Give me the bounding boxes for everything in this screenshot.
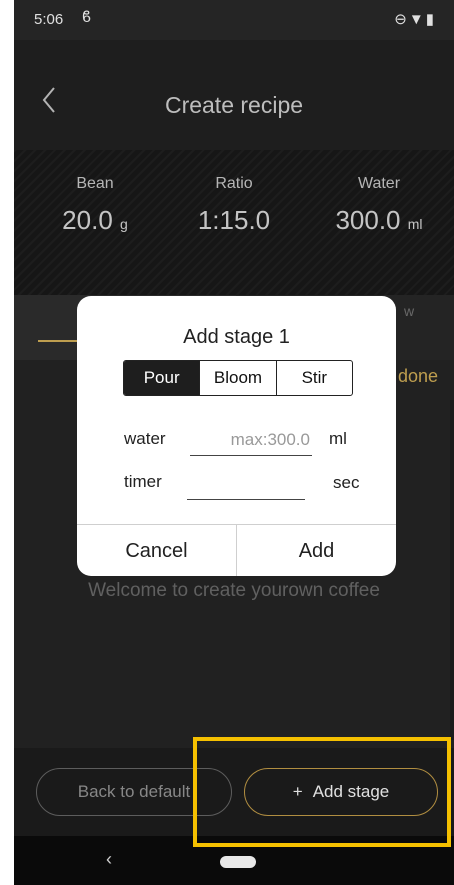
nav-home-pill[interactable] (220, 856, 256, 868)
dialog-actions: Cancel Add (77, 524, 396, 576)
timer-label: timer (124, 472, 162, 491)
segment-stir[interactable]: Stir (275, 361, 352, 395)
add-stage-highlight-box (193, 737, 451, 847)
segment-pour[interactable]: Pour (124, 361, 200, 395)
segment-bloom[interactable]: Bloom (199, 361, 275, 395)
water-label: water (124, 429, 166, 448)
nav-back-icon[interactable]: ‹ (106, 849, 112, 870)
dialog-title: Add stage 1 (183, 326, 290, 348)
water-unit: ml (329, 429, 347, 448)
add-stage-dialog: Add stage 1 Pour Bloom Stir water ml tim… (77, 296, 396, 576)
cancel-button[interactable]: Cancel (77, 525, 236, 576)
add-button[interactable]: Add (236, 525, 396, 576)
timer-input[interactable] (187, 468, 305, 500)
timer-unit: sec (333, 473, 360, 492)
stage-type-selector: Pour Bloom Stir (123, 360, 353, 396)
water-input[interactable] (190, 424, 312, 456)
